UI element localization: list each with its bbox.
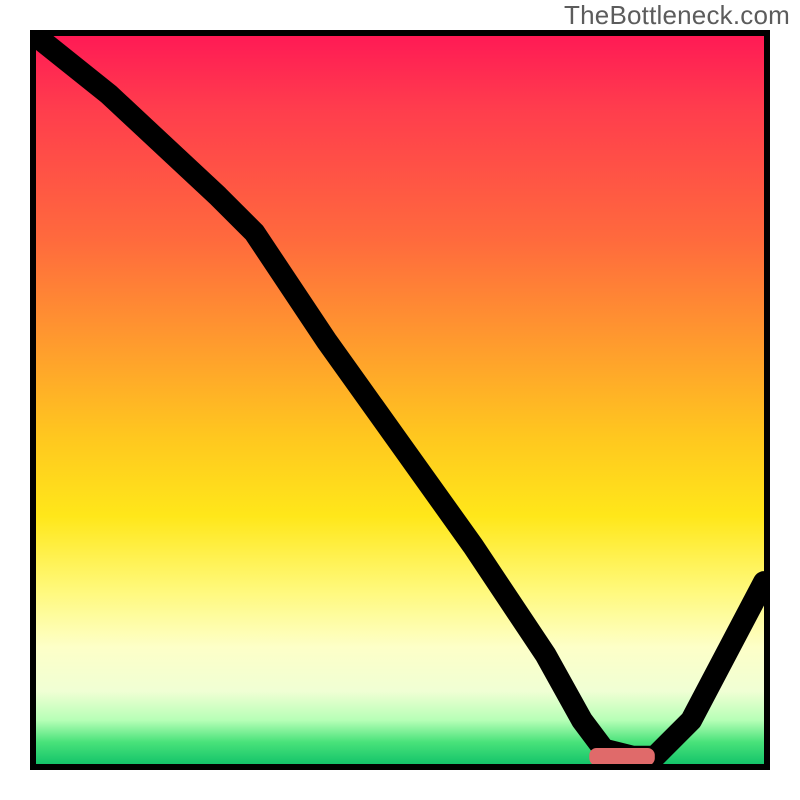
optimal-range-marker: [589, 748, 655, 765]
plot-overlay: [36, 36, 764, 764]
bottleneck-curve: [36, 36, 764, 757]
plot-frame: [30, 30, 770, 770]
chart-canvas: TheBottleneck.com: [0, 0, 800, 800]
watermark-text: TheBottleneck.com: [564, 0, 790, 31]
